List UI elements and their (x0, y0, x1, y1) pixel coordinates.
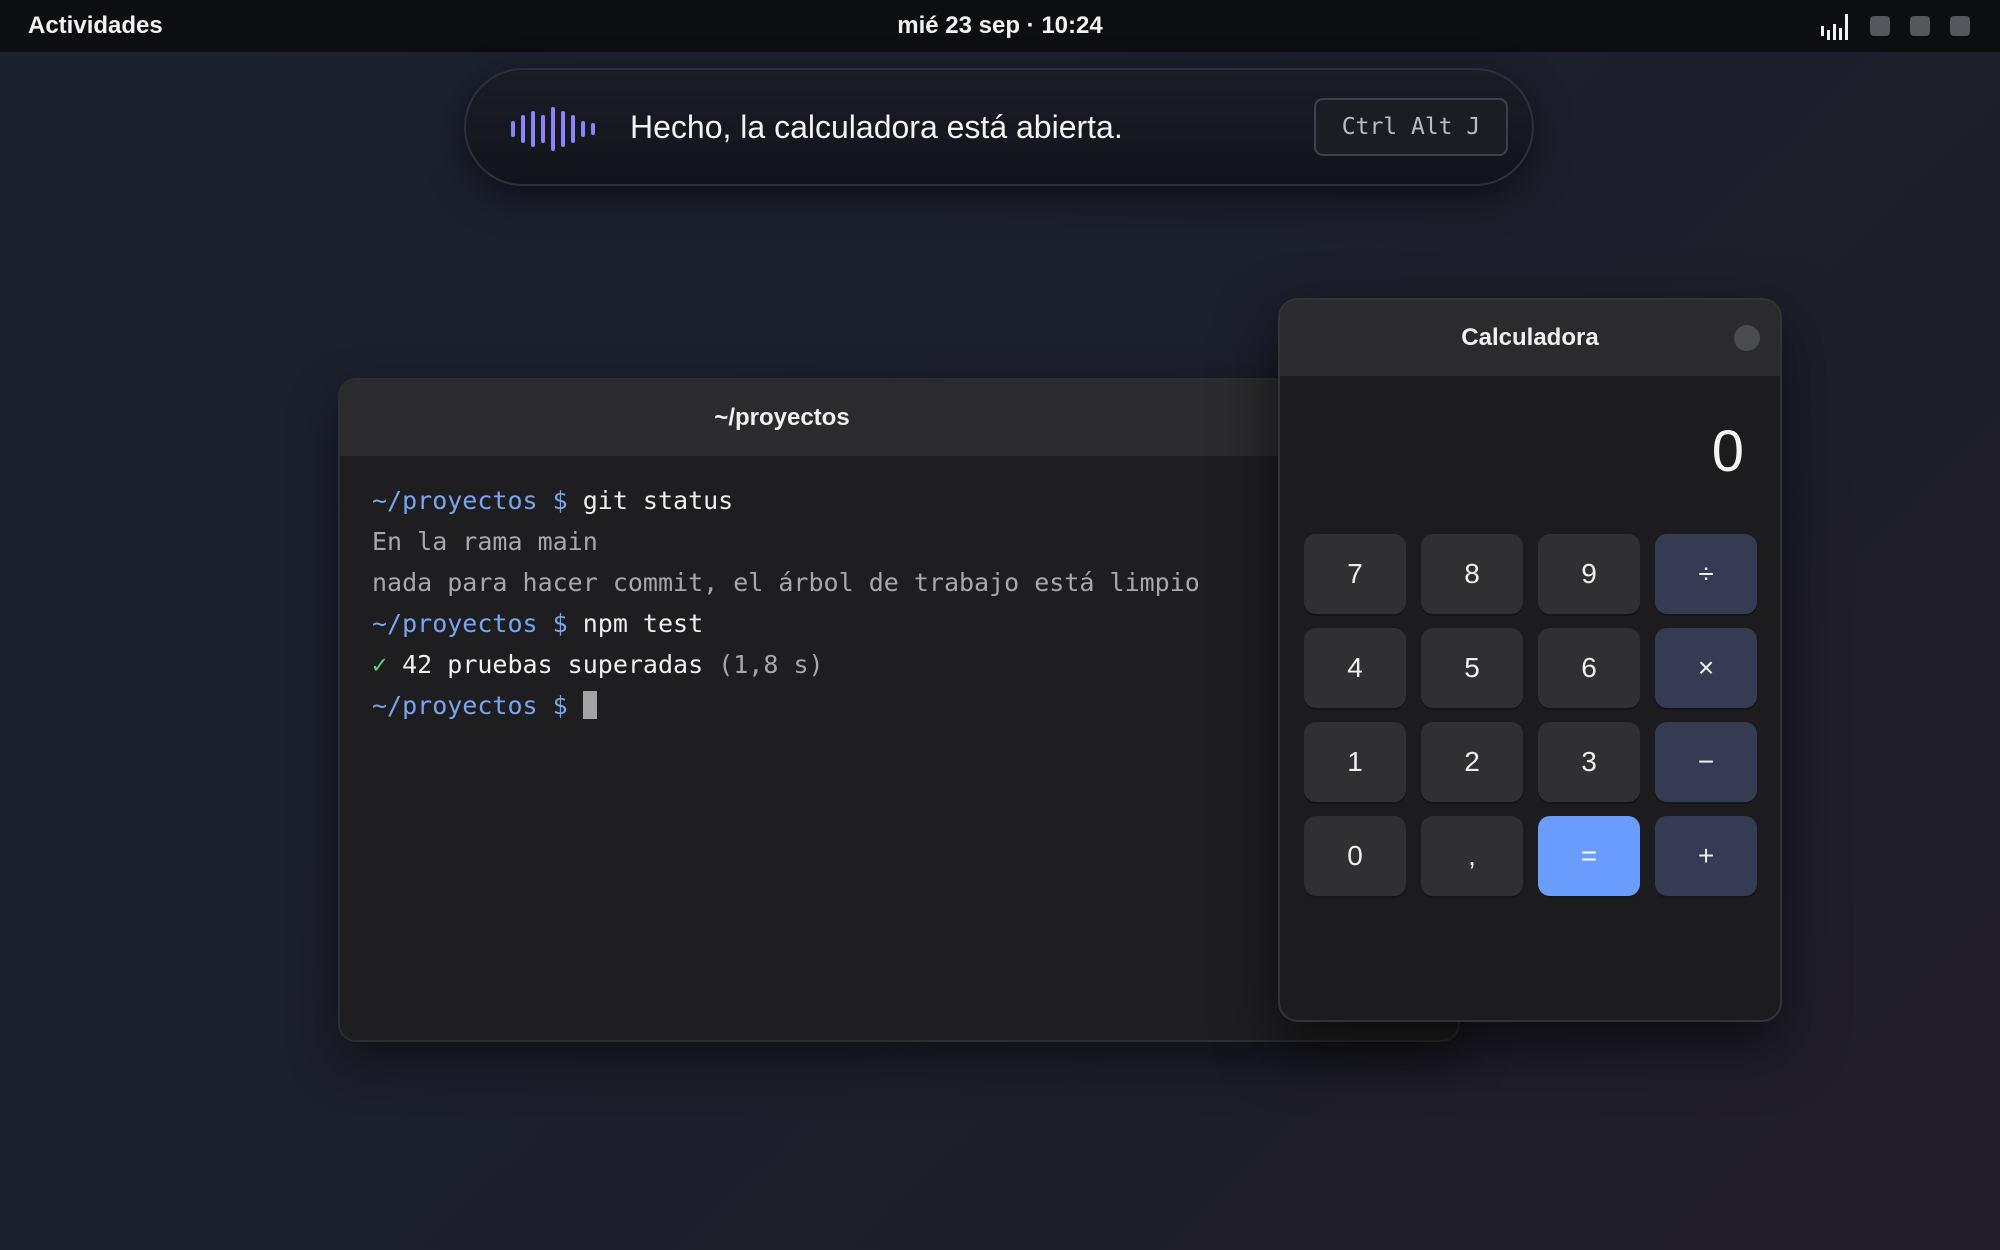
calculator-titlebar[interactable]: Calculadora (1280, 300, 1780, 376)
key-0[interactable]: 0 (1304, 816, 1406, 896)
key-divide[interactable]: ÷ (1655, 534, 1757, 614)
key-decimal[interactable]: , (1421, 816, 1523, 896)
close-button[interactable] (1734, 325, 1760, 351)
key-9[interactable]: 9 (1538, 534, 1640, 614)
key-1[interactable]: 1 (1304, 722, 1406, 802)
terminal-prompt: ~/proyectos $ (372, 691, 583, 720)
key-3[interactable]: 3 (1538, 722, 1640, 802)
tray-square-icon[interactable] (1910, 16, 1930, 36)
voice-waveform-icon (511, 107, 595, 151)
key-7[interactable]: 7 (1304, 534, 1406, 614)
calculator-window[interactable]: Calculadora 0 7 8 9 ÷ 4 5 6 × 1 2 3− 0, = + (1278, 298, 1782, 1022)
key-plus[interactable]: + (1655, 816, 1757, 896)
calculator-title: Calculadora (1461, 324, 1599, 351)
tray-square-icon[interactable] (1870, 16, 1890, 36)
top-bar: mié 23 sep · 10:24 Actividades (0, 0, 2000, 52)
tray-square-icon[interactable] (1950, 16, 1970, 36)
terminal-title: ~/proyectos (714, 404, 850, 431)
key-5[interactable]: 5 (1421, 628, 1523, 708)
test-summary: 42 pruebas superadas (387, 650, 704, 679)
key-4[interactable]: 4 (1304, 628, 1406, 708)
system-tray[interactable] (1820, 12, 1970, 40)
signal-icon[interactable] (1820, 12, 1850, 40)
terminal-line: nada para hacer commit, el árbol de trab… (372, 562, 1200, 603)
calculator-display: 0 (1711, 419, 1744, 484)
clock-container: mié 23 sep · 10:24 (0, 0, 2000, 52)
terminal-output[interactable]: ~/proyectos $ git status En la rama main n… (372, 480, 1200, 726)
terminal-line: ✓ 42 pruebas superadas (1,8 s) (372, 644, 1200, 685)
assistant-message: Hecho, la calculadora está abierta. (630, 109, 1123, 145)
key-equals[interactable]: = (1538, 816, 1640, 896)
terminal-line: ~/proyectos $ (372, 685, 1200, 726)
key-2[interactable]: 2 (1421, 722, 1523, 802)
terminal-line: ~/proyectos $ npm test (372, 603, 1200, 644)
voice-assistant-bar: Hecho, la calculadora está abierta. Ctrl… (464, 68, 1534, 186)
terminal-prompt: ~/proyectos $ (372, 609, 583, 638)
clock[interactable]: mié 23 sep · 10:24 (897, 12, 1102, 39)
check-icon: ✓ (372, 650, 388, 679)
terminal-prompt: ~/proyectos $ (372, 486, 583, 515)
key-6[interactable]: 6 (1538, 628, 1640, 708)
terminal-command: git status (582, 486, 734, 515)
key-minus[interactable]: − (1655, 722, 1757, 802)
terminal-line: En la rama main (372, 521, 1200, 562)
terminal-line: ~/proyectos $ git status (372, 480, 1200, 521)
terminal-output-text: nada para hacer commit, el árbol de trab… (372, 568, 1200, 597)
terminal-output-text: En la rama main (372, 527, 598, 556)
terminal-command: npm test (582, 609, 704, 638)
activities-button[interactable]: Actividades (28, 0, 163, 52)
key-8[interactable]: 8 (1421, 534, 1523, 614)
key-multiply[interactable]: × (1655, 628, 1757, 708)
calculator-keypad: 7 8 9 ÷ 4 5 6 × 1 2 3− 0, = + (1304, 534, 1757, 896)
test-duration: (1,8 s) (703, 650, 824, 679)
shortcut-hint: Ctrl Alt J (1314, 98, 1508, 156)
terminal-cursor[interactable] (582, 691, 597, 719)
